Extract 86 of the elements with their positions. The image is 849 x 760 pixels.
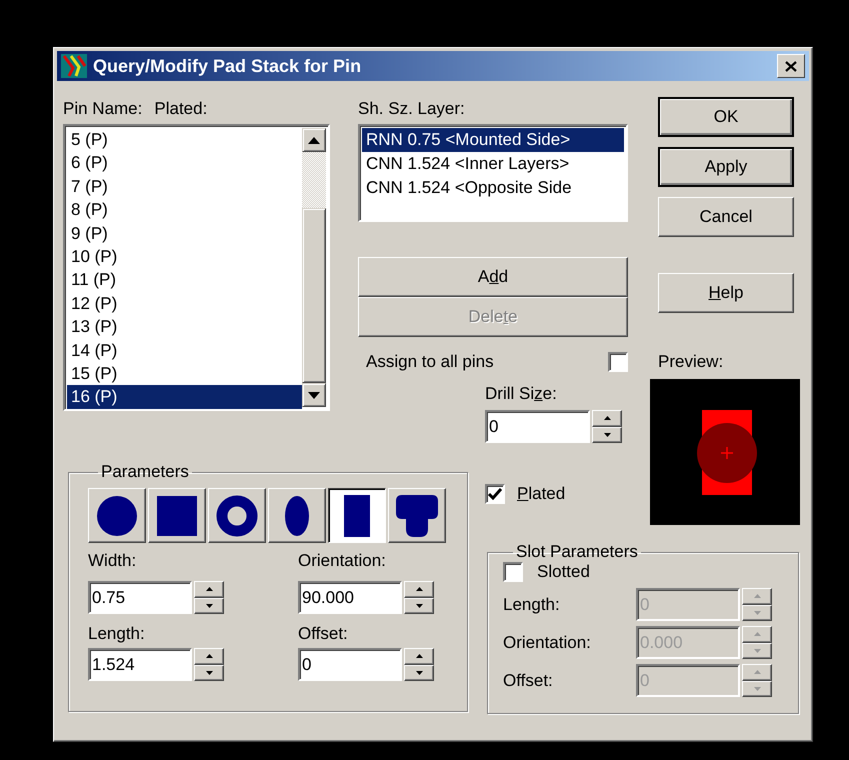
list-item[interactable]: 9 (P) — [67, 222, 302, 245]
checkbox-label: Slotted — [537, 562, 590, 582]
down-arrow-icon — [754, 610, 760, 615]
drill-size-field[interactable]: 0 — [485, 410, 590, 443]
dialog-button[interactable]: Help — [658, 273, 794, 313]
layer-list[interactable]: RNN 0.75 <Mounted Side> CNN 1.524 <Inner Layers> CNN 1.524 <Opposite Side — [358, 124, 628, 222]
field-label: Pin Name: — [63, 99, 142, 119]
field-label: Orientation: — [503, 632, 592, 652]
pin-list[interactable]: 5 (P) 6 (P) 7 (P) 8 (P) 9 (P) 10 (P) 11 (P) 12 (P) 13 (P) 14 (P) 15 (P) 16 (P) — [63, 124, 330, 411]
preview-label: Preview: — [658, 352, 724, 372]
input-field[interactable]: 1.524 — [88, 648, 192, 681]
scroll-up-icon — [308, 136, 320, 144]
field-label: Offset: — [298, 624, 349, 644]
spin-button[interactable] — [404, 581, 434, 614]
up-arrow-icon — [206, 654, 212, 658]
list-item[interactable]: CNN 1.524 <Opposite Side — [362, 176, 624, 200]
scroll-down-icon — [308, 392, 320, 398]
field-label: Orientation: — [298, 551, 387, 571]
field-label: Width: — [88, 551, 138, 571]
scrollbar-thumb[interactable] — [302, 208, 326, 383]
up-arrow-icon — [604, 416, 610, 420]
down-arrow-icon — [416, 604, 422, 608]
dialog-button[interactable]: Apply — [658, 147, 794, 187]
list-item[interactable]: 5 (P) — [67, 128, 302, 152]
input-field[interactable]: 0.75 — [88, 581, 192, 614]
up-arrow-icon — [416, 587, 422, 592]
checkbox[interactable] — [608, 352, 628, 372]
down-arrow-icon — [206, 604, 212, 608]
window-title: Query/Modify Pad Stack for Pin — [93, 56, 362, 76]
shape-button[interactable] — [328, 488, 386, 543]
oval-icon — [284, 494, 310, 536]
scrollbar[interactable] — [302, 128, 326, 407]
spin-button[interactable] — [742, 664, 772, 697]
list-item[interactable]: CNN 1.524 <Inner Layers> — [362, 152, 624, 176]
close-icon — [785, 60, 797, 72]
field-label: Drill Size: — [485, 384, 558, 404]
up-arrow-icon — [754, 670, 760, 674]
list-item[interactable]: 11 (P) — [67, 268, 302, 292]
up-arrow-icon — [754, 632, 760, 636]
circle-icon — [96, 494, 138, 536]
layer-button[interactable]: Add — [358, 257, 628, 297]
group-title: Slot Parameters — [515, 542, 639, 562]
list-item[interactable]: 6 (P) — [67, 151, 302, 175]
list-item[interactable]: 15 (P) — [67, 362, 302, 386]
checkbox[interactable] — [485, 484, 505, 504]
field-label: Plated: — [154, 99, 208, 119]
spin-button[interactable] — [194, 648, 224, 681]
down-arrow-icon — [754, 686, 760, 691]
spin-button[interactable] — [742, 588, 772, 621]
list-item[interactable]: 16 (P) — [67, 385, 302, 409]
down-arrow-icon — [604, 432, 610, 437]
list-item[interactable]: 8 (P) — [67, 198, 302, 222]
group-title: Parameters — [100, 462, 190, 482]
up-arrow-icon — [416, 654, 422, 658]
up-arrow-icon — [754, 594, 760, 598]
input-field[interactable]: 90.000 — [298, 581, 402, 614]
spin-button[interactable] — [194, 581, 224, 614]
field-label: Length: — [503, 594, 561, 614]
field-label: Length: — [88, 624, 146, 644]
spin-button[interactable] — [742, 626, 772, 659]
dialog-button[interactable]: Cancel — [658, 197, 794, 237]
list-item[interactable]: 13 (P) — [67, 315, 302, 339]
spin-button[interactable] — [592, 410, 622, 443]
list-item[interactable]: 10 (P) — [67, 244, 302, 268]
field-label: Sh. Sz. Layer: — [358, 99, 466, 119]
list-item[interactable]: RNN 0.75 <Mounted Side> — [362, 128, 624, 152]
input-field[interactable]: 0 — [298, 648, 402, 681]
down-arrow-icon — [206, 670, 212, 675]
down-arrow-icon — [754, 648, 760, 653]
checkbox-label: Assign to all pins — [366, 352, 494, 372]
down-arrow-icon — [416, 670, 422, 675]
up-arrow-icon — [206, 587, 212, 592]
tee-shape-icon — [396, 494, 438, 536]
list-item[interactable]: 7 (P) — [67, 174, 302, 198]
app-icon — [61, 54, 87, 78]
list-item[interactable]: 14 (P) — [67, 338, 302, 362]
close-button[interactable] — [777, 54, 805, 78]
dialog-button[interactable]: OK — [658, 97, 794, 137]
square-icon — [156, 494, 198, 536]
rectangle-icon — [344, 494, 370, 536]
field-label: Offset: — [503, 670, 554, 690]
spin-button[interactable] — [404, 648, 434, 681]
list-item[interactable]: 12 (P) — [67, 292, 302, 316]
checkbox-label: Plated — [517, 484, 566, 504]
checkbox[interactable] — [503, 562, 523, 582]
ring-icon — [216, 494, 258, 536]
